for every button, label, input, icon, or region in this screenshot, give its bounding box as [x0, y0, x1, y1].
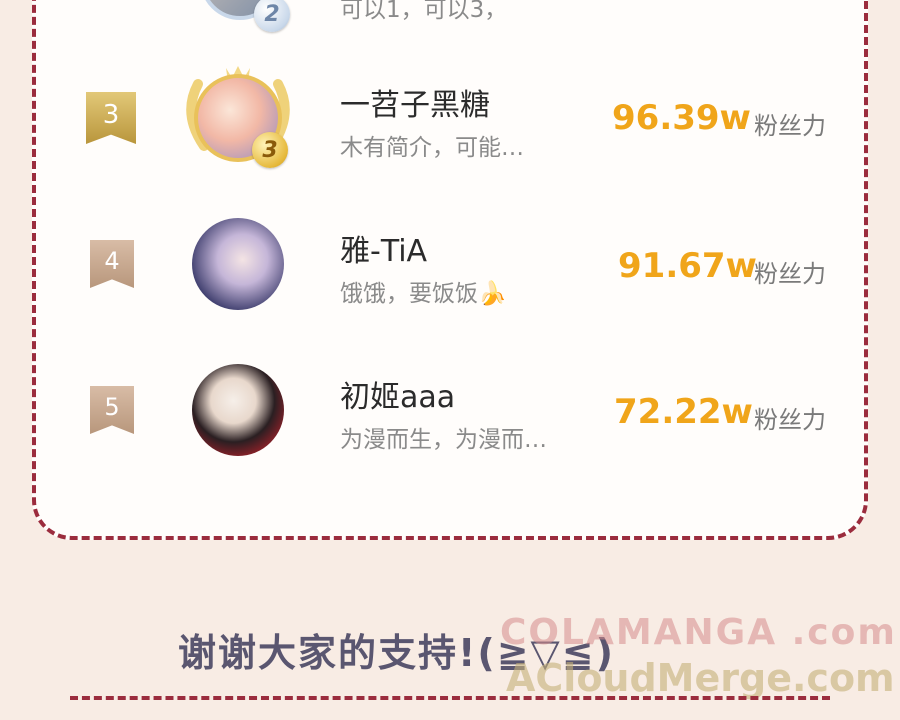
avatar-row-5[interactable]	[192, 364, 284, 456]
fan-power-label: 粉丝力	[754, 406, 826, 434]
user-name[interactable]: 初姬aaa	[340, 372, 455, 416]
leaderboard-row-3[interactable]: 3 3 一苕子黑糖 木有简介，可能… 96.39w 粉丝力	[0, 60, 900, 180]
user-bio: 饿饿，要饭饭🍌	[340, 281, 507, 307]
fan-power-value: 96.39w	[612, 98, 751, 138]
rank-badge: 3	[86, 92, 136, 144]
bottom-card-border	[70, 696, 830, 720]
rank-badge: 4	[90, 240, 134, 288]
watermark-colamanga: COLAMANGA .com	[500, 612, 897, 653]
watermark-acloudmerge: ACloudMerge.com	[506, 656, 895, 700]
leaderboard-row-5[interactable]: 5 初姬aaa 为漫而生，为漫而… 72.22w 粉丝力	[0, 356, 900, 476]
user-bio: 为漫而生，为漫而…	[340, 427, 547, 453]
user-name[interactable]: 一苕子黑糖	[340, 80, 490, 124]
rank-badge: 5	[90, 386, 134, 434]
user-bio: 木有简介，可能…	[340, 135, 524, 161]
rank-medal-icon: 2	[254, 0, 290, 32]
fan-power-label: 粉丝力	[754, 112, 826, 140]
user-name[interactable]: 雅-TiA	[340, 226, 427, 270]
avatar-row-2[interactable]: 2	[200, 0, 290, 32]
fan-power-value: 72.22w	[614, 392, 753, 432]
fan-power-label: 粉丝力	[754, 260, 826, 288]
rank-medal-icon: 3	[252, 132, 288, 168]
user-bio: 可以1，可以3，	[340, 0, 508, 23]
avatar-row-3[interactable]: 3	[176, 60, 300, 172]
avatar-row-4[interactable]	[192, 218, 284, 310]
leaderboard-row-4[interactable]: 4 雅-TiA 饿饿，要饭饭🍌 91.67w 粉丝力	[0, 210, 900, 330]
avatar	[192, 218, 284, 310]
avatar	[192, 364, 284, 456]
fan-power-value: 91.67w	[618, 246, 757, 286]
leaderboard-row-2[interactable]: 2 可以1，可以3，	[0, 0, 900, 60]
